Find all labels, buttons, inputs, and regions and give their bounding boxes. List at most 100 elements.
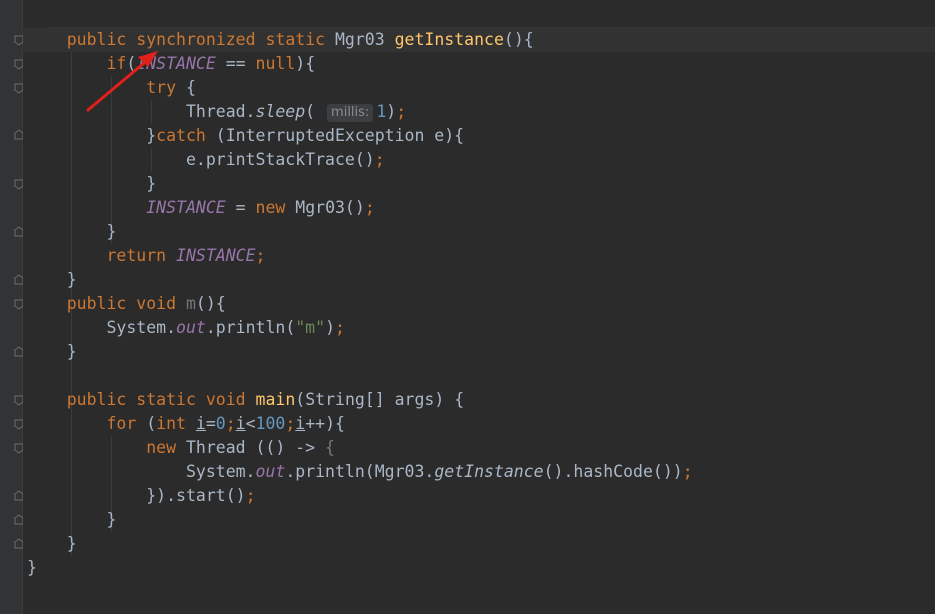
code-line-try[interactable]: try {	[23, 76, 935, 100]
semicolon: ;	[285, 414, 296, 433]
code-line-close-class[interactable]: }	[23, 556, 935, 580]
code-token: }	[146, 126, 157, 145]
static-field-instance: INSTANCE	[136, 54, 216, 73]
code-token: (String[] args) {	[295, 390, 465, 409]
number-literal: 100	[255, 414, 286, 433]
method-sleep: sleep	[255, 102, 306, 121]
code-token: Thread (() ->	[176, 438, 326, 457]
code-token: =	[205, 414, 216, 433]
keyword-void: void	[136, 294, 177, 313]
code-token: <	[245, 414, 256, 433]
code-line-close-catch[interactable]: }	[23, 172, 935, 196]
code-line-close-main[interactable]: }	[23, 532, 935, 556]
code-token: (InterruptedException e){	[205, 126, 465, 145]
code-token: }	[27, 558, 37, 577]
code-line-thread-sleep[interactable]: Thread.sleep( millis: 1);	[23, 100, 935, 124]
code-token: (){	[195, 294, 226, 313]
code-token: ==	[215, 54, 256, 73]
code-token: (){	[503, 30, 534, 49]
code-token: e.printStackTrace()	[185, 150, 375, 169]
code-line-assign-instance[interactable]: INSTANCE = new Mgr03();	[23, 196, 935, 220]
code-line-new-thread[interactable]: new Thread (() -> {	[23, 436, 935, 460]
keyword-int: int	[156, 414, 186, 433]
code-token: (	[136, 414, 157, 433]
parameter-hint: millis:	[327, 104, 374, 122]
keyword-public: public	[66, 294, 127, 313]
fold-open-icon[interactable]	[14, 419, 23, 430]
code-line-if-null[interactable]: if(INSTANCE == null){	[23, 52, 935, 76]
keyword-static: static	[265, 30, 326, 49]
keyword-null: null	[255, 54, 296, 73]
fold-open-icon[interactable]	[14, 443, 23, 454]
keyword-return: return	[106, 246, 167, 265]
fold-open-icon[interactable]	[14, 179, 23, 190]
semicolon: ;	[255, 246, 266, 265]
code-line-println-hashcode[interactable]: System.out.println(Mgr03.getInstance().h…	[23, 460, 935, 484]
fold-open-icon[interactable]	[14, 59, 23, 70]
static-field-out: out	[255, 462, 286, 481]
method-name-m: m	[185, 294, 196, 313]
code-line-for-loop[interactable]: for (int i=0;i<100;i++){	[23, 412, 935, 436]
fold-close-icon[interactable]	[14, 490, 23, 501]
code-token: System.	[185, 462, 256, 481]
semicolon: ;	[396, 102, 407, 121]
keyword-public: public	[66, 30, 127, 49]
number-literal: 0	[215, 414, 226, 433]
keyword-catch: catch	[156, 126, 206, 145]
method-name-getinstance: getInstance	[394, 30, 504, 49]
keyword-if: if	[106, 54, 127, 73]
keyword-public: public	[66, 390, 127, 409]
keyword-static: static	[136, 390, 196, 409]
fold-close-icon[interactable]	[14, 226, 23, 237]
code-token: (	[126, 54, 137, 73]
previous-line-area	[46, 0, 935, 28]
code-line-close-for[interactable]: }	[23, 508, 935, 532]
code-token: (	[305, 102, 326, 121]
code-token: }	[66, 534, 77, 553]
keyword-for: for	[106, 414, 137, 433]
code-token: )	[386, 102, 397, 121]
fold-close-icon[interactable]	[14, 538, 23, 549]
code-line-close-method[interactable]: }	[23, 268, 935, 292]
code-token: }	[66, 342, 77, 361]
lambda-brace: {	[325, 438, 335, 457]
code-token: }).start()	[146, 486, 246, 505]
code-line-m-declaration[interactable]: public void m(){	[23, 292, 935, 316]
code-token: }	[146, 174, 157, 193]
code-line-close-m[interactable]: }	[23, 340, 935, 364]
fold-markers	[14, 35, 23, 549]
keyword-try: try	[146, 78, 177, 97]
fold-open-icon[interactable]	[14, 83, 23, 94]
code-line-close-if[interactable]: }	[23, 220, 935, 244]
fold-open-icon[interactable]	[14, 395, 23, 406]
loop-variable: i	[295, 414, 306, 433]
fold-close-icon[interactable]	[14, 129, 23, 140]
keyword-new: new	[146, 438, 177, 457]
return-type: Mgr03	[335, 30, 385, 49]
loop-variable: i	[195, 414, 206, 433]
code-line-println-m[interactable]: System.out.println("m");	[23, 316, 935, 340]
code-line-print-stack-trace[interactable]: e.printStackTrace();	[23, 148, 935, 172]
fold-close-icon[interactable]	[14, 346, 23, 357]
code-token: {	[176, 78, 196, 97]
fold-close-icon[interactable]	[14, 274, 23, 285]
fold-open-icon[interactable]	[14, 35, 23, 46]
code-line-main-declaration[interactable]: public static void main(String[] args) {	[23, 388, 935, 412]
fold-open-icon[interactable]	[14, 299, 23, 310]
code-line-catch[interactable]: }catch (InterruptedException e){	[23, 124, 935, 148]
keyword-new: new	[255, 198, 286, 217]
method-name-main: main	[255, 390, 296, 409]
static-field-instance: INSTANCE	[176, 246, 256, 265]
code-line-return[interactable]: return INSTANCE;	[23, 244, 935, 268]
code-line-getinstance-declaration[interactable]: public synchronized static Mgr03 getInst…	[23, 28, 935, 52]
code-token: }	[106, 222, 117, 241]
code-editor[interactable]: public synchronized static Mgr03 getInst…	[23, 0, 935, 614]
code-token: ().hashCode())	[543, 462, 683, 481]
fold-close-icon[interactable]	[14, 514, 23, 525]
code-token: =	[225, 198, 256, 217]
code-token: .println(	[205, 318, 296, 337]
code-line-start[interactable]: }).start();	[23, 484, 935, 508]
static-field-instance: INSTANCE	[146, 198, 226, 217]
semicolon: ;	[374, 150, 385, 169]
keyword-void: void	[205, 390, 246, 409]
